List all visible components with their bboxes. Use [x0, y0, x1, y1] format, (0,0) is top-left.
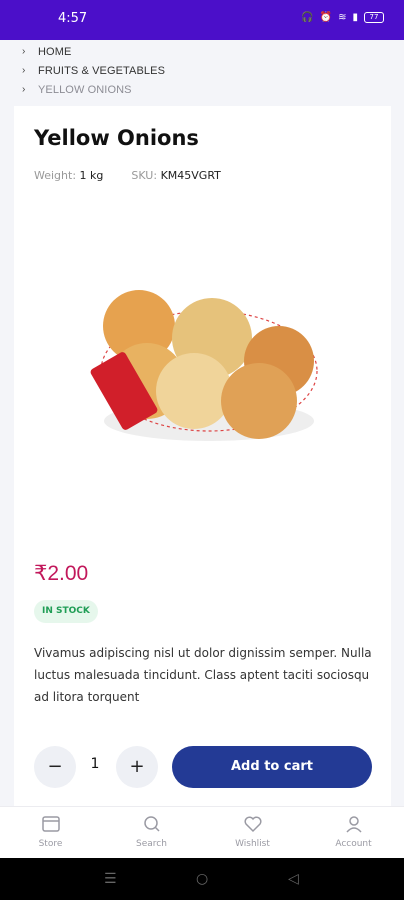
product-description: Vivamus adipiscing nisl ut dolor digniss… — [34, 646, 372, 704]
nav-item-wishlist[interactable]: Wishlist — [202, 807, 303, 858]
wifi-icon: ≋ — [338, 12, 347, 23]
quantity-value[interactable]: 1 — [84, 756, 106, 772]
nav-label: Account — [335, 839, 372, 849]
headset-icon: 🎧 — [301, 12, 314, 23]
product-meta: Weight: 1 kg SKU: KM45VGRT — [34, 169, 221, 182]
sku-info: SKU: KM45VGRT — [131, 169, 220, 182]
user-icon — [345, 816, 362, 833]
home-icon[interactable]: ○ — [196, 871, 208, 887]
breadcrumb-label: YELLOW ONIONS — [38, 83, 132, 96]
chevron-right-icon: › — [22, 65, 26, 76]
signal-icon: ▮ — [352, 12, 358, 23]
product-image — [90, 290, 318, 441]
breadcrumb-item-home[interactable]: › HOME — [22, 42, 165, 61]
quantity-increase-button[interactable]: + — [116, 746, 158, 788]
alarm-icon: ⏰ — [319, 12, 333, 23]
nav-item-account[interactable]: Account — [303, 807, 404, 858]
chevron-right-icon: › — [22, 84, 26, 95]
weight-value: 1 kg — [79, 169, 104, 182]
product-card: Yellow Onions Weight: 1 kg SKU: KM45VGRT… — [14, 106, 391, 806]
nav-label: Wishlist — [235, 839, 270, 849]
sku-label: SKU: — [131, 169, 158, 182]
status-bar: 4:57 🎧 ⏰ ≋ ▮ 77 — [0, 0, 404, 40]
bottom-nav: Store Search Wishlist Account — [0, 806, 404, 858]
battery-icon: 77 — [364, 12, 384, 23]
product-price: ₹2.00 — [34, 562, 89, 585]
status-icons: 🎧 ⏰ ≋ ▮ 77 — [301, 12, 384, 23]
system-nav-bar: ☰ ○ ◁ — [0, 858, 404, 900]
nav-label: Search — [136, 839, 167, 849]
add-to-cart-button[interactable]: Add to cart — [172, 746, 372, 788]
breadcrumb-item-category[interactable]: › FRUITS & VEGETABLES — [22, 61, 165, 80]
nav-item-store[interactable]: Store — [0, 807, 101, 858]
stock-badge: IN STOCK — [34, 600, 98, 623]
weight-info: Weight: 1 kg — [34, 169, 103, 182]
search-icon — [143, 816, 160, 832]
nav-label: Store — [38, 839, 63, 849]
breadcrumb-item-current: › YELLOW ONIONS — [22, 80, 165, 99]
back-icon[interactable]: ◁ — [288, 871, 299, 887]
breadcrumb: › HOME › FRUITS & VEGETABLES › YELLOW ON… — [22, 42, 165, 99]
quantity-decrease-button[interactable]: − — [34, 746, 76, 788]
store-icon — [41, 816, 60, 832]
status-time: 4:57 — [58, 11, 88, 26]
chevron-right-icon: › — [22, 46, 26, 57]
heart-icon — [244, 816, 261, 833]
nav-item-search[interactable]: Search — [101, 807, 202, 858]
breadcrumb-label: HOME — [38, 45, 72, 58]
recents-icon[interactable]: ☰ — [104, 871, 117, 887]
product-title: Yellow Onions — [34, 126, 199, 150]
weight-label: Weight: — [34, 169, 77, 182]
breadcrumb-label: FRUITS & VEGETABLES — [38, 64, 166, 77]
sku-value: KM45VGRT — [160, 169, 221, 182]
